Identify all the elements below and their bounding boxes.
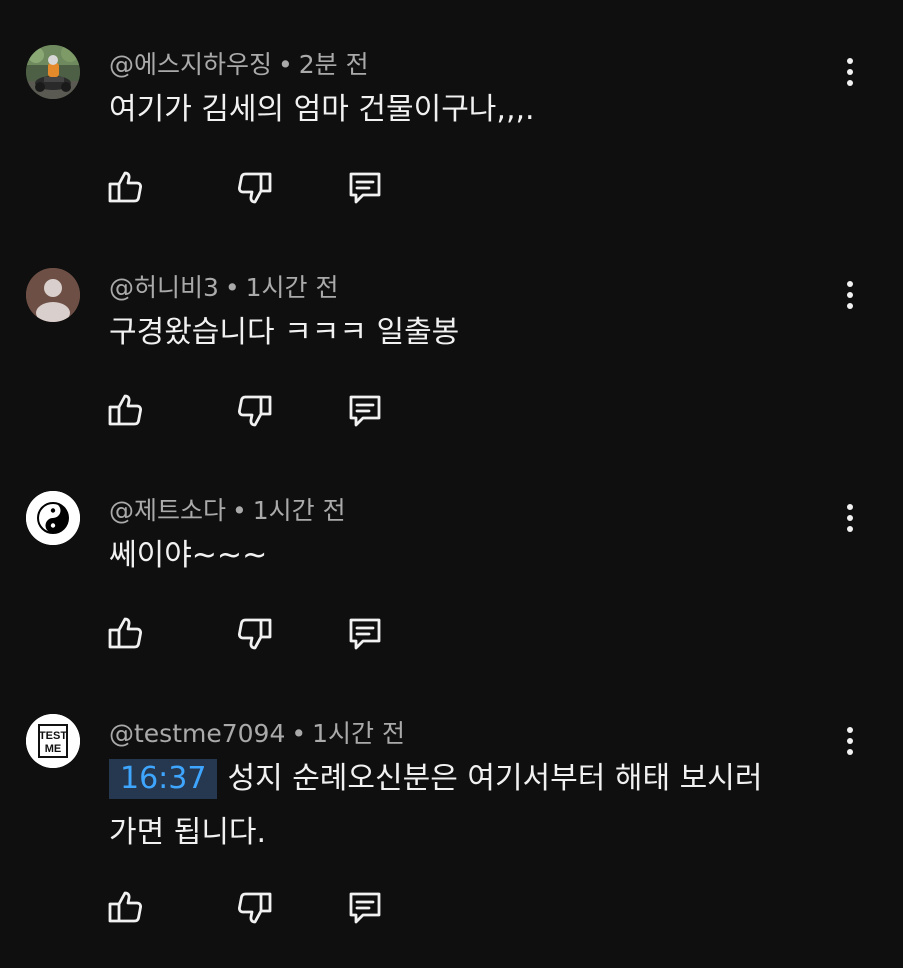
reply-button[interactable]	[345, 391, 385, 431]
more-options-button[interactable]	[836, 498, 864, 538]
reply-button[interactable]	[345, 888, 385, 928]
more-options-button[interactable]	[836, 721, 864, 761]
more-vertical-icon-dot	[847, 515, 853, 521]
like-button[interactable]	[106, 390, 146, 430]
meta-separator: •	[278, 50, 293, 79]
more-vertical-icon	[847, 58, 853, 64]
timestamp-link[interactable]: 16:37	[109, 759, 218, 799]
comment-meta: @testme7094 • 1시간 전	[109, 721, 405, 746]
like-button[interactable]	[106, 613, 146, 653]
reply-comment-icon	[349, 172, 381, 204]
more-vertical-icon-dot	[847, 80, 853, 86]
comment-meta: @제트소다 • 1시간 전	[109, 498, 346, 523]
comment-text: 여기가 김세의 엄마 건물이구나,,,.	[109, 92, 535, 127]
thumbs-up-icon	[108, 617, 142, 649]
author-name[interactable]: @testme7094	[109, 719, 285, 748]
dislike-button[interactable]	[234, 168, 274, 208]
reply-button[interactable]	[345, 168, 385, 208]
author-name[interactable]: @제트소다	[109, 496, 226, 525]
comment-item: @허니비3 • 1시간 전 구경왔습니다 ㅋㅋㅋ 일출봉	[0, 230, 903, 453]
avatar[interactable]	[26, 45, 80, 99]
avatar[interactable]	[26, 268, 80, 322]
thumbs-up-icon	[108, 394, 142, 426]
thumbs-down-icon	[238, 395, 272, 427]
more-vertical-icon	[847, 281, 853, 287]
meta-separator: •	[232, 496, 247, 525]
thumbs-down-icon	[238, 172, 272, 204]
comment-time[interactable]: 1시간 전	[253, 496, 346, 525]
more-vertical-icon-dot	[847, 526, 853, 532]
dislike-button[interactable]	[234, 391, 274, 431]
dislike-button[interactable]	[234, 888, 274, 928]
thumbs-up-icon	[108, 171, 142, 203]
comment-item: TEST ME @testme7094 • 1시간 전 16:37 성지 순례오신분은…	[0, 676, 903, 968]
like-button[interactable]	[106, 167, 146, 207]
comment-time[interactable]: 2분 전	[299, 50, 369, 79]
testme-logo: TEST ME	[26, 714, 80, 768]
comment-item: @에스지하우징 • 2분 전 여기가 김세의 엄마 건물이구나,,,.	[0, 0, 903, 230]
reply-comment-icon	[349, 395, 381, 427]
thumbs-down-icon	[238, 892, 272, 924]
more-vertical-icon-dot	[847, 749, 853, 755]
comment-text-line-1: 16:37 성지 순례오신분은 여기서부터 해태 보시러	[109, 752, 762, 806]
yin-yang-icon	[26, 491, 80, 545]
meta-separator: •	[291, 719, 307, 748]
avatar[interactable]: TEST ME	[26, 714, 80, 768]
reply-button[interactable]	[345, 614, 385, 654]
reply-comment-icon	[349, 618, 381, 650]
svg-text:TEST: TEST	[39, 730, 67, 742]
more-vertical-icon-dot	[847, 303, 853, 309]
more-options-button[interactable]	[836, 275, 864, 315]
default-person-icon	[26, 268, 80, 322]
more-vertical-icon	[847, 504, 853, 510]
comment-text-line-2: 가면 됩니다.	[109, 815, 267, 850]
comment-text: 쎄이야~~~	[109, 538, 268, 573]
more-options-button[interactable]	[836, 52, 864, 92]
comment-text: 성지 순례오신분은 여기서부터 해태 보시러	[227, 761, 763, 796]
comment-time[interactable]: 1시간 전	[246, 273, 339, 302]
comment-time[interactable]: 1시간 전	[312, 719, 405, 748]
meta-separator: •	[224, 273, 240, 302]
more-vertical-icon-dot	[847, 292, 853, 298]
more-vertical-icon	[847, 727, 853, 733]
author-name[interactable]: @허니비3	[109, 273, 219, 302]
comment-meta: @에스지하우징 • 2분 전	[109, 52, 369, 77]
motorcycle-rider-photo	[26, 45, 80, 99]
more-vertical-icon-dot	[847, 738, 853, 744]
comment-meta: @허니비3 • 1시간 전	[109, 275, 339, 300]
thumbs-up-icon	[108, 891, 142, 923]
more-vertical-icon-dot	[847, 69, 853, 75]
like-button[interactable]	[106, 887, 146, 927]
author-name[interactable]: @에스지하우징	[109, 50, 272, 79]
avatar[interactable]	[26, 491, 80, 545]
dislike-button[interactable]	[234, 614, 274, 654]
thumbs-down-icon	[238, 618, 272, 650]
reply-comment-icon	[349, 892, 381, 924]
comment-text: 구경왔습니다 ㅋㅋㅋ 일출봉	[109, 315, 460, 350]
comment-item: @제트소다 • 1시간 전 쎄이야~~~	[0, 453, 903, 676]
svg-text:ME: ME	[45, 743, 62, 755]
